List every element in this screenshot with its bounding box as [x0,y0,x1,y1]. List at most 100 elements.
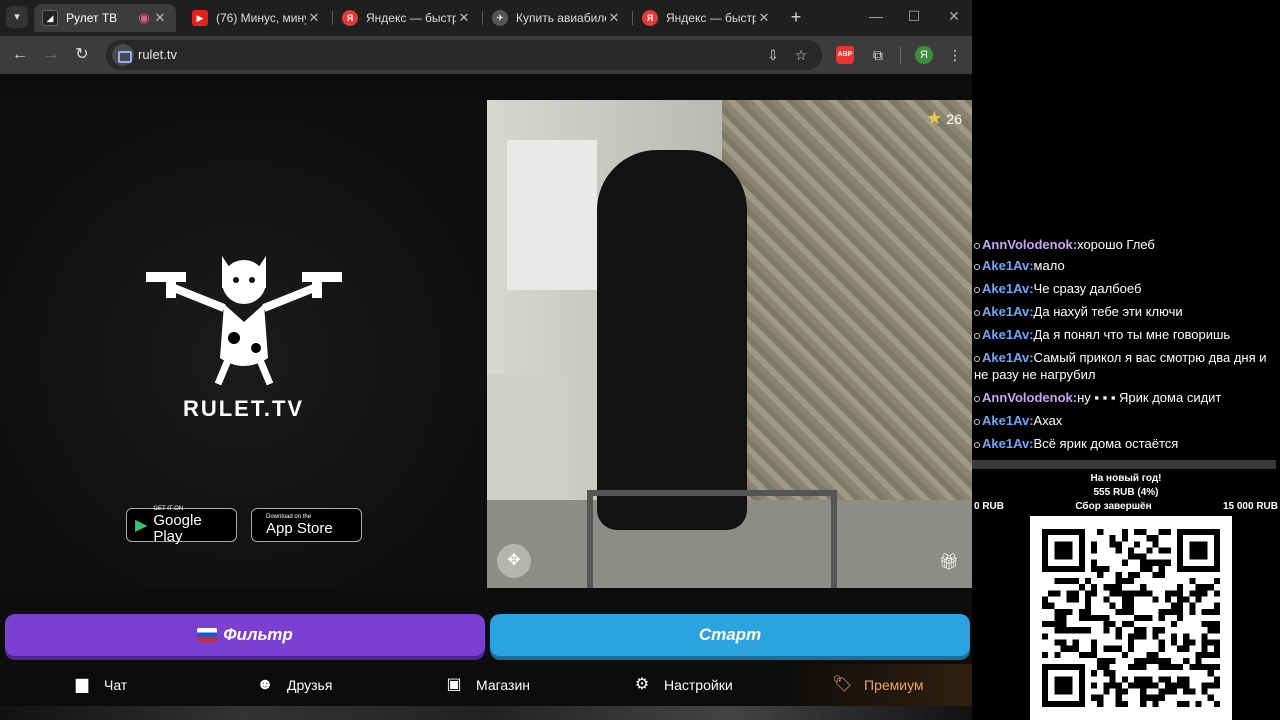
donation-goal: На новый год! 555 RUB (4%) 0 RUB Сбор за… [972,472,1280,514]
filter-button[interactable]: Фильтр [5,614,485,656]
chat-badge-icon [974,242,980,249]
tab-strip: ▾ ◢ Рулет ТВ ◉ ✕ ▶ (76) Минус, минус ✕ Я… [0,0,972,36]
tab-aviasales[interactable]: ✈ Купить авиабилеты ✕ [484,4,630,32]
tab-close-icon[interactable]: ✕ [756,10,772,26]
nav-friends[interactable]: ☻ Друзья [255,664,333,706]
goal-status: Сбор завершён [1075,501,1152,512]
maximize-icon[interactable]: ☐ [904,8,924,25]
tab-separator [482,11,483,25]
qr-code-image [1042,529,1220,707]
recording-icon: ◉ [138,10,150,25]
chat-text: Че сразу далбоеб [1033,281,1142,296]
nav-settings-label: Настройки [664,677,733,693]
chat-nick: Ake1Av: [982,327,1034,342]
video-scene-person [597,150,747,530]
reload-icon[interactable]: ↻ [72,45,92,65]
shop-icon: ▣ [446,676,462,693]
chat-message: Ake1Av:Самый прикол я вас смотрю два дня… [972,346,1280,386]
stream-chat: AnnVolodenok:хорошо Глеб Ake1Av:мало Ake… [972,236,1280,455]
start-button[interactable]: Старт [490,614,970,656]
tab-title: Яндекс — быстрый [366,11,456,25]
tab-separator [632,11,633,25]
video-scene-hood [507,140,597,290]
tab-title: Купить авиабилеты [516,11,606,25]
nav-shop-label: Магазин [476,677,531,693]
browser-toolbar: ← → ↻ rulet.tv ⇩ ☆ ABP ⧉ Я ⋮ [0,36,972,74]
friends-icon: ☻ [256,676,274,693]
brand-panel: RULET.TV ▶ GET IT ON Google Play Downloa… [0,100,487,588]
tab-youtube[interactable]: ▶ (76) Минус, минус ✕ [184,4,330,32]
rulet-page: RULET.TV ▶ GET IT ON Google Play Downloa… [0,74,972,720]
chat-message: Ake1Av:мало [972,254,1280,277]
kebab-menu-icon[interactable]: ⋮ [946,46,964,64]
app-store-big-text: App Store [266,519,333,537]
stars-counter: ★ 26 [926,108,962,129]
taskbar-strip [0,706,972,720]
star-icon: ★ [926,108,943,128]
adblock-plus-icon[interactable]: ABP [836,46,854,64]
cat-with-guns-logo-icon [146,256,342,386]
tab-title: Яндекс — быстрый [666,11,756,25]
address-bar[interactable]: rulet.tv ⇩ ☆ [106,40,822,70]
tab-rulet[interactable]: ◢ Рулет ТВ ◉ ✕ [34,4,176,32]
yandex-icon: Я [642,10,658,26]
profile-avatar[interactable]: Я [915,46,933,64]
extensions-puzzle-icon[interactable]: ⧉ [869,46,887,64]
tab-title: (76) Минус, минус [216,11,306,25]
nav-settings[interactable]: ⚙ Настройки [632,664,733,706]
chat-badge-icon [974,355,980,362]
close-window-icon[interactable]: ✕ [944,8,964,25]
app-store-badge[interactable]: Download on the App Store [251,508,362,542]
nav-premium-label: Премиум [864,677,924,693]
rulet-favicon-icon: ◢ [42,10,58,26]
tab-close-icon[interactable]: ✕ [456,10,472,26]
google-play-big-text: Google Play [153,511,202,545]
nav-chat-label: Чат [104,677,128,693]
youtube-icon: ▶ [192,10,208,26]
tab-yandex-1[interactable]: Я Яндекс — быстрый ✕ [334,4,480,32]
install-app-icon[interactable]: ⇩ [764,46,782,64]
chat-badge-icon [974,418,980,425]
chat-message: Ake1Av:Да я понял что ты мне говоришь [972,323,1280,346]
tab-close-icon[interactable]: ✕ [606,10,622,26]
chat-badge-icon [974,263,980,270]
chat-icon: ▆ [75,676,89,693]
chat-message: AnnVolodenok:хорошо Глеб [972,236,1280,254]
back-arrow-icon[interactable]: ← [10,45,30,65]
bookmark-star-icon[interactable]: ☆ [792,46,810,64]
donation-qr-code [1030,516,1232,720]
gift-icon[interactable]: 🎁︎ [936,550,962,576]
chat-badge-icon [974,441,980,448]
browser-window: ▾ ◢ Рулет ТВ ◉ ✕ ▶ (76) Минус, минус ✕ Я… [0,0,972,720]
tab-close-icon[interactable]: ✕ [152,10,168,26]
site-info-icon[interactable] [112,44,134,66]
tab-yandex-2[interactable]: Я Яндекс — быстрый ✕ [634,4,780,32]
gamepad-icon[interactable]: ✥ [497,544,531,578]
chat-nick: Ake1Av: [982,436,1034,451]
chat-badge-icon [974,309,980,316]
tab-close-icon[interactable]: ✕ [306,10,322,26]
google-play-icon: ▶ [135,517,148,534]
new-tab-button[interactable]: + [786,7,806,27]
brand-name: RULET.TV [182,396,305,421]
chat-message: Ake1Av:Всё ярик дома остаётся [972,432,1280,455]
premium-tag-icon: 🏷︎ [832,676,853,693]
chat-nick: Ake1Av: [982,281,1034,296]
chat-message: Ake1Av:Че сразу далбоеб [972,277,1280,300]
goal-scale: 0 RUB Сбор завершён 15 000 RUB [972,500,1280,514]
chat-text: ну ▪ ▪ ▪ Ярик дома сидит [1077,390,1222,405]
aviasales-icon: ✈ [492,10,508,26]
forward-arrow-icon[interactable]: → [41,45,61,65]
nav-chat[interactable]: ▆ Чат [72,664,127,706]
tab-search-button[interactable]: ▾ [6,6,28,28]
nav-shop[interactable]: ▣ Магазин [444,664,530,706]
chat-nick: AnnVolodenok: [982,237,1078,252]
video-feed[interactable]: ★ 26 ✥ 🎁︎ [487,100,972,588]
minimize-icon[interactable]: — [866,8,886,24]
goal-max: 15 000 RUB [1222,501,1278,512]
chat-text: Всё ярик дома остаётся [1033,436,1179,451]
nav-friends-label: Друзья [287,677,333,693]
nav-premium[interactable]: 🏷︎ Премиум [772,664,972,706]
google-play-badge[interactable]: ▶ GET IT ON Google Play [126,506,237,545]
chat-text: Да нахуй тебе эти ключи [1033,304,1183,319]
